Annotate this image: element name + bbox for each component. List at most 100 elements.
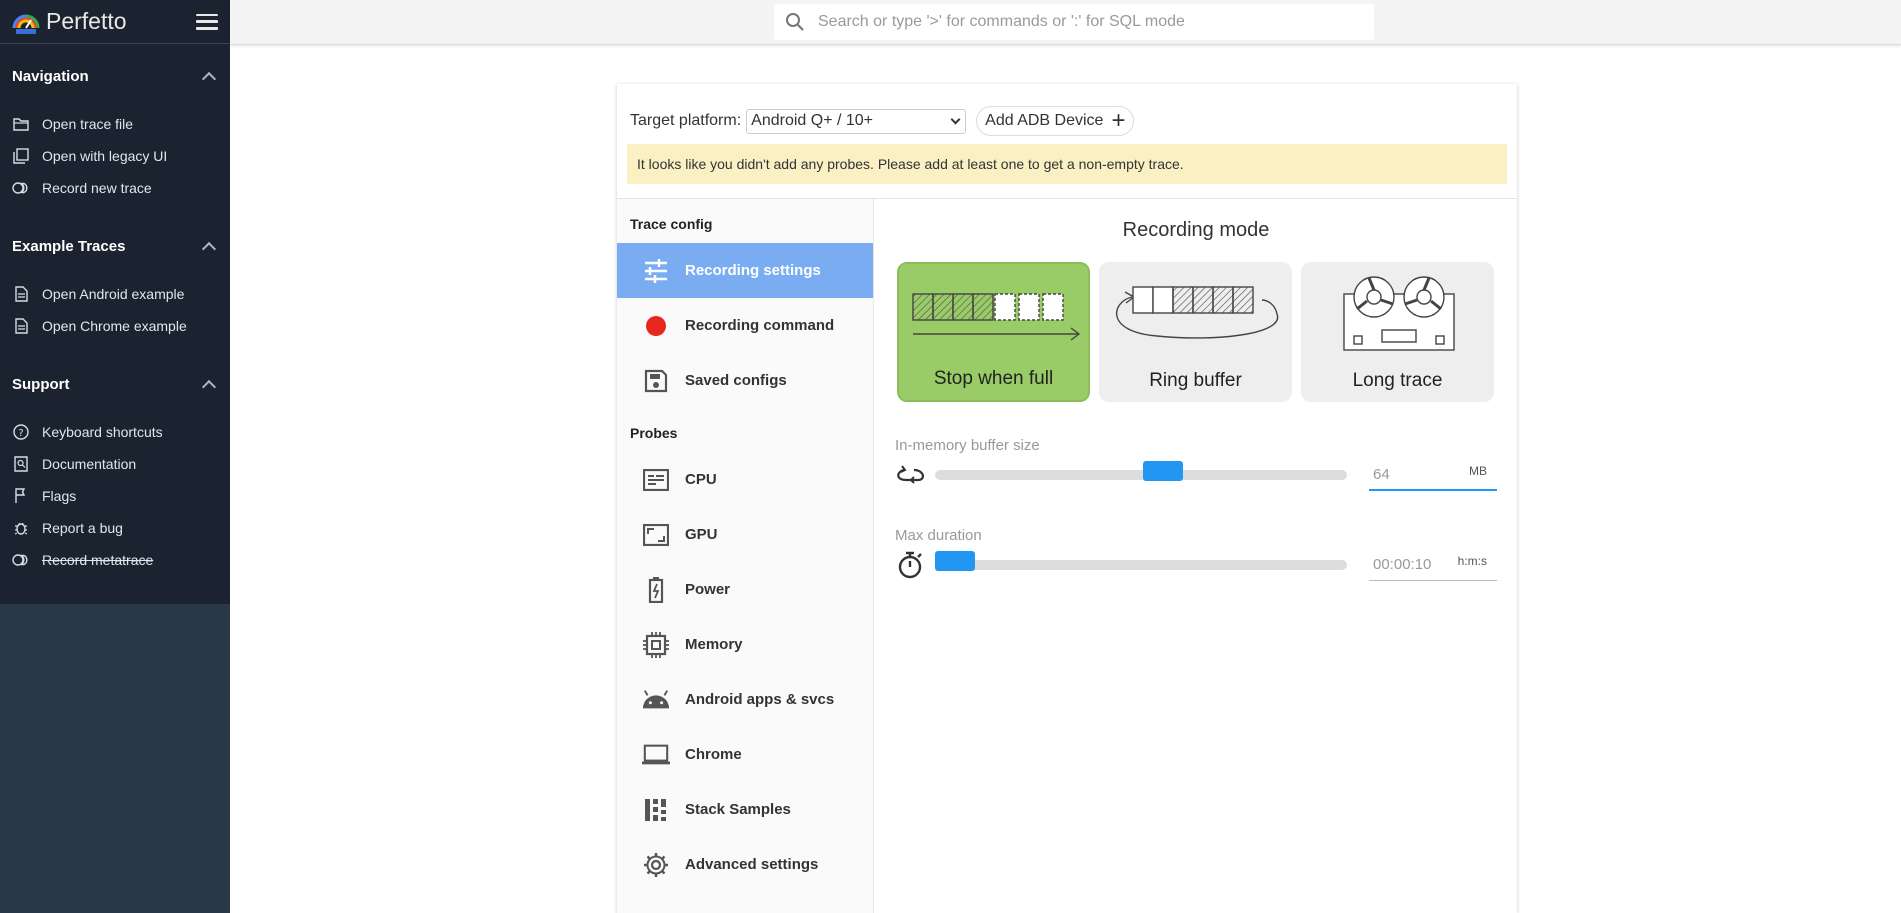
sidebar-item-open-legacy-ui[interactable]: Open with legacy UI	[0, 140, 230, 172]
buffer-size-field[interactable]: MB	[1369, 458, 1497, 491]
sidebar-item-keyboard-shortcuts[interactable]: ? Keyboard shortcuts	[0, 416, 230, 448]
record-left-nav: Trace config Recording settings Recordin…	[617, 199, 874, 913]
mode-label: Stop when full	[933, 368, 1054, 389]
folder-icon	[12, 115, 30, 133]
record-icon	[12, 179, 30, 197]
nav-saved-configs[interactable]: Saved configs	[617, 353, 873, 408]
nav-label: Chrome	[685, 746, 742, 763]
buffer-size-slider-thumb[interactable]	[1143, 460, 1183, 481]
chevron-up-icon	[201, 71, 217, 86]
sidebar-item-label: Open Chrome example	[42, 318, 187, 334]
section-header-example-traces[interactable]: Example Traces	[0, 232, 230, 260]
mode-stop-when-full[interactable]: Stop when full	[897, 262, 1090, 402]
nav-advanced-settings[interactable]: Advanced settings	[617, 837, 873, 892]
sidebar-item-label: Flags	[42, 488, 77, 504]
recording-mode-title: Recording mode	[1122, 219, 1270, 241]
stack-samples-icon	[642, 796, 670, 824]
menu-icon[interactable]	[196, 13, 218, 30]
sidebar-item-label: Record new trace	[42, 180, 152, 196]
help-icon: ?	[12, 423, 30, 441]
nav-label: GPU	[685, 526, 718, 543]
mode-ring-buffer[interactable]: Ring buffer	[1099, 262, 1292, 402]
chevron-up-icon	[201, 379, 217, 394]
long-trace-illustration	[1343, 276, 1455, 351]
laptop-icon	[642, 741, 670, 769]
document-icon	[12, 317, 30, 335]
nav-probe-chrome[interactable]: Chrome	[617, 727, 873, 782]
record-page-card: Target platform: Android Q+ / 10+ Add AD…	[617, 84, 1517, 913]
mode-long-trace[interactable]: Long trace	[1301, 262, 1494, 402]
target-platform-label: Target platform:	[630, 112, 742, 129]
trace-config-heading: Trace config	[630, 216, 713, 232]
nav-recording-settings[interactable]: Recording settings	[617, 243, 873, 298]
top-bar	[230, 0, 1901, 45]
nav-label: Recording settings	[685, 262, 821, 279]
stopwatch-icon	[895, 550, 925, 580]
search-box[interactable]	[774, 4, 1374, 40]
target-platform-value: Android Q+ / 10+	[751, 112, 874, 129]
buffer-size-input[interactable]	[1373, 466, 1453, 483]
legacy-ui-icon	[12, 147, 30, 165]
mode-label: Long trace	[1352, 370, 1443, 391]
no-probes-warning: It looks like you didn't add any probes.…	[627, 144, 1507, 184]
buffer-size-slider[interactable]	[935, 460, 1347, 481]
max-duration-control: Max duration h:m:s	[895, 527, 1497, 581]
sidebar-item-label: Record metatrace	[42, 552, 154, 568]
sidebar-section-navigation: Navigation Open trace file Open with leg…	[0, 44, 230, 214]
max-duration-unit: h:m:s	[1457, 554, 1487, 568]
ring-buffer-icon	[895, 460, 925, 490]
sidebar: Perfetto Navigation Open trace file Open…	[0, 0, 230, 913]
target-platform-select[interactable]: Android Q+ / 10+	[746, 108, 967, 134]
sidebar-item-label: Keyboard shortcuts	[42, 424, 163, 440]
bug-icon	[12, 519, 30, 537]
section-header-navigation[interactable]: Navigation	[0, 62, 230, 90]
document-icon	[12, 285, 30, 303]
section-title: Example Traces	[12, 237, 126, 255]
buffer-size-unit: MB	[1469, 464, 1487, 478]
max-duration-field[interactable]: h:m:s	[1369, 548, 1497, 581]
sidebar-item-label: Documentation	[42, 456, 137, 472]
nav-probe-power[interactable]: Power	[617, 562, 873, 617]
ring-buffer-illustration	[1116, 286, 1279, 339]
documentation-icon	[12, 455, 30, 473]
buffer-size-label: In-memory buffer size	[895, 437, 1040, 454]
add-adb-device-button[interactable]: Add ADB Device +	[976, 106, 1135, 136]
sidebar-item-record-metatrace[interactable]: Record metatrace	[0, 544, 230, 576]
sidebar-item-label: Report a bug	[42, 520, 123, 536]
search-icon	[786, 13, 804, 31]
app-name: Perfetto	[46, 8, 127, 34]
nav-label: Saved configs	[685, 372, 787, 389]
sidebar-item-open-trace-file[interactable]: Open trace file	[0, 108, 230, 140]
nav-probe-gpu[interactable]: GPU	[617, 507, 873, 562]
sidebar-item-documentation[interactable]: Documentation	[0, 448, 230, 480]
sidebar-item-flags[interactable]: Flags	[0, 480, 230, 512]
nav-label: Android apps & svcs	[685, 691, 835, 708]
perfetto-logo-icon	[12, 14, 40, 34]
sidebar-item-open-android-example[interactable]: Open Android example	[0, 278, 230, 310]
flag-icon	[12, 487, 30, 505]
search-input[interactable]	[818, 13, 1374, 31]
sidebar-item-label: Open with legacy UI	[42, 148, 168, 164]
brand-header: Perfetto	[0, 0, 230, 44]
sidebar-item-open-chrome-example[interactable]: Open Chrome example	[0, 310, 230, 342]
probes-heading: Probes	[630, 425, 678, 441]
nav-probe-cpu[interactable]: CPU	[617, 452, 873, 507]
sidebar-item-report-bug[interactable]: Report a bug	[0, 512, 230, 544]
nav-recording-command[interactable]: Recording command	[617, 298, 873, 353]
cpu-icon	[642, 466, 670, 494]
nav-label: Stack Samples	[685, 801, 791, 818]
max-duration-slider[interactable]	[935, 550, 1347, 571]
nav-probe-android-apps[interactable]: Android apps & svcs	[617, 672, 873, 727]
sidebar-item-label: Open Android example	[42, 286, 185, 302]
max-duration-label: Max duration	[895, 527, 982, 544]
max-duration-slider-thumb[interactable]	[935, 550, 975, 571]
sidebar-item-record-new-trace[interactable]: Record new trace	[0, 172, 230, 204]
sidebar-section-example-traces: Example Traces Open Android example Open…	[0, 214, 230, 352]
nav-probe-memory[interactable]: Memory	[617, 617, 873, 672]
record-icon	[12, 551, 30, 569]
nav-probe-stack-samples[interactable]: Stack Samples	[617, 782, 873, 837]
sidebar-section-support: Support ? Keyboard shortcuts Documentati…	[0, 352, 230, 586]
section-header-support[interactable]: Support	[0, 370, 230, 398]
max-duration-input[interactable]	[1373, 556, 1453, 573]
sidebar-item-label: Open trace file	[42, 116, 134, 132]
